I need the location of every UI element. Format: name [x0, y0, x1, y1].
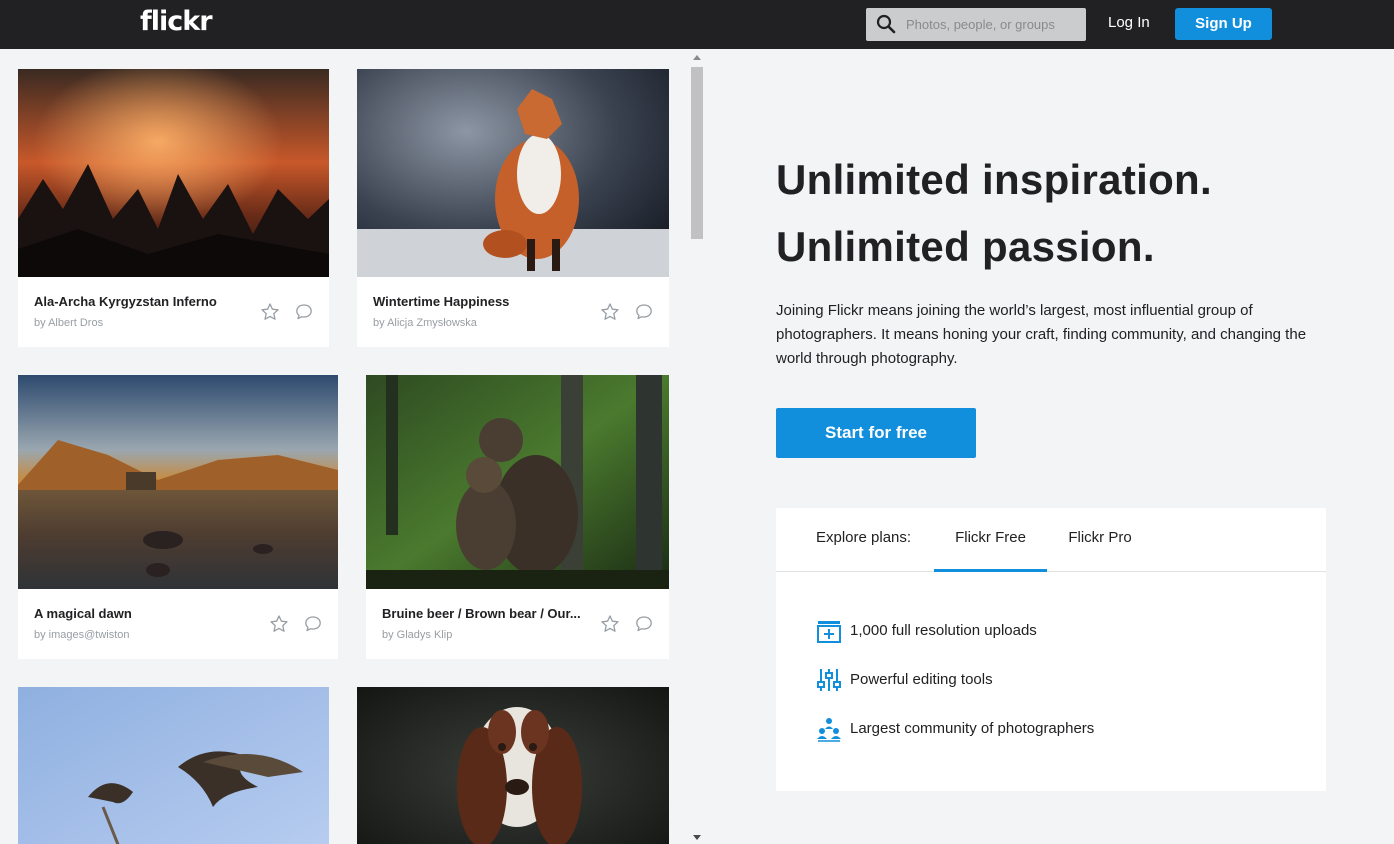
community-icon — [817, 718, 841, 742]
search-icon[interactable] — [876, 14, 896, 34]
photo-thumbnail[interactable] — [18, 687, 329, 844]
feature-label: Largest community of photographers — [850, 720, 1095, 737]
photo-author[interactable]: by images@twiston — [34, 629, 130, 641]
photo-thumbnail[interactable] — [357, 687, 669, 844]
photo-card[interactable]: Bruine beer / Brown bear / Our... by Gla… — [366, 375, 669, 659]
comment-icon[interactable] — [635, 303, 653, 321]
photo-title[interactable]: Ala-Archa Kyrgyzstan Inferno — [34, 294, 254, 309]
photo-thumbnail[interactable] — [18, 69, 329, 277]
plans-tab-bar: Explore plans: Flickr Free Flickr Pro — [776, 508, 1326, 572]
headline-line-1: Unlimited inspiration. — [776, 156, 1212, 203]
photo-title[interactable]: Wintertime Happiness — [373, 294, 593, 309]
tab-flickr-pro[interactable]: Flickr Pro — [1059, 508, 1141, 572]
feature-label: 1,000 full resolution uploads — [850, 622, 1037, 639]
photo-title[interactable]: A magical dawn — [34, 606, 254, 621]
star-icon[interactable] — [600, 302, 620, 322]
photo-card[interactable] — [18, 687, 329, 844]
search-input[interactable] — [906, 8, 1082, 41]
photo-feed: Ala-Archa Kyrgyzstan Inferno by Albert D… — [0, 49, 706, 844]
photo-author[interactable]: by Alicja Zmysłowska — [373, 317, 477, 329]
photo-card[interactable]: Wintertime Happiness by Alicja Zmysłowsk… — [357, 69, 669, 347]
star-icon[interactable] — [269, 614, 289, 634]
scroll-down-arrow-icon[interactable] — [693, 835, 701, 840]
start-for-free-button[interactable]: Start for free — [776, 408, 976, 458]
top-nav-bar: flickr Log In Sign Up — [0, 0, 1394, 49]
photo-card[interactable]: Ala-Archa Kyrgyzstan Inferno by Albert D… — [18, 69, 329, 347]
scroll-thumb[interactable] — [691, 67, 703, 239]
upload-icon — [817, 621, 841, 643]
photo-thumbnail[interactable] — [357, 69, 669, 277]
comment-icon[interactable] — [635, 615, 653, 633]
signup-button[interactable]: Sign Up — [1175, 8, 1272, 40]
photo-author[interactable]: by Albert Dros — [34, 317, 103, 329]
photo-thumbnail[interactable] — [18, 375, 338, 589]
star-icon[interactable] — [600, 614, 620, 634]
comment-icon[interactable] — [295, 303, 313, 321]
plans-label: Explore plans: — [816, 529, 912, 546]
login-link[interactable]: Log In — [1108, 14, 1150, 31]
intro-paragraph: Joining Flickr means joining the world’s… — [776, 302, 1307, 367]
sliders-icon — [817, 669, 841, 691]
photo-thumbnail[interactable] — [366, 375, 669, 589]
photo-author[interactable]: by Gladys Klip — [382, 629, 452, 641]
feature-label: Powerful editing tools — [850, 671, 993, 688]
tab-flickr-free[interactable]: Flickr Free — [934, 508, 1047, 572]
photo-card[interactable] — [357, 687, 669, 844]
scroll-up-arrow-icon[interactable] — [693, 55, 701, 60]
photo-title[interactable]: Bruine beer / Brown bear / Our... — [382, 606, 587, 621]
search-box[interactable] — [866, 8, 1086, 41]
plans-card: Explore plans: Flickr Free Flickr Pro 1,… — [776, 508, 1326, 791]
signup-panel: Unlimited inspiration. Unlimited passion… — [706, 49, 1394, 844]
headline-line-2: Unlimited passion. — [776, 223, 1155, 270]
flickr-logo[interactable]: flickr — [140, 6, 213, 37]
star-icon[interactable] — [260, 302, 280, 322]
photo-card[interactable]: A magical dawn by images@twiston — [18, 375, 338, 659]
comment-icon[interactable] — [304, 615, 322, 633]
feed-scrollbar[interactable] — [688, 49, 706, 844]
